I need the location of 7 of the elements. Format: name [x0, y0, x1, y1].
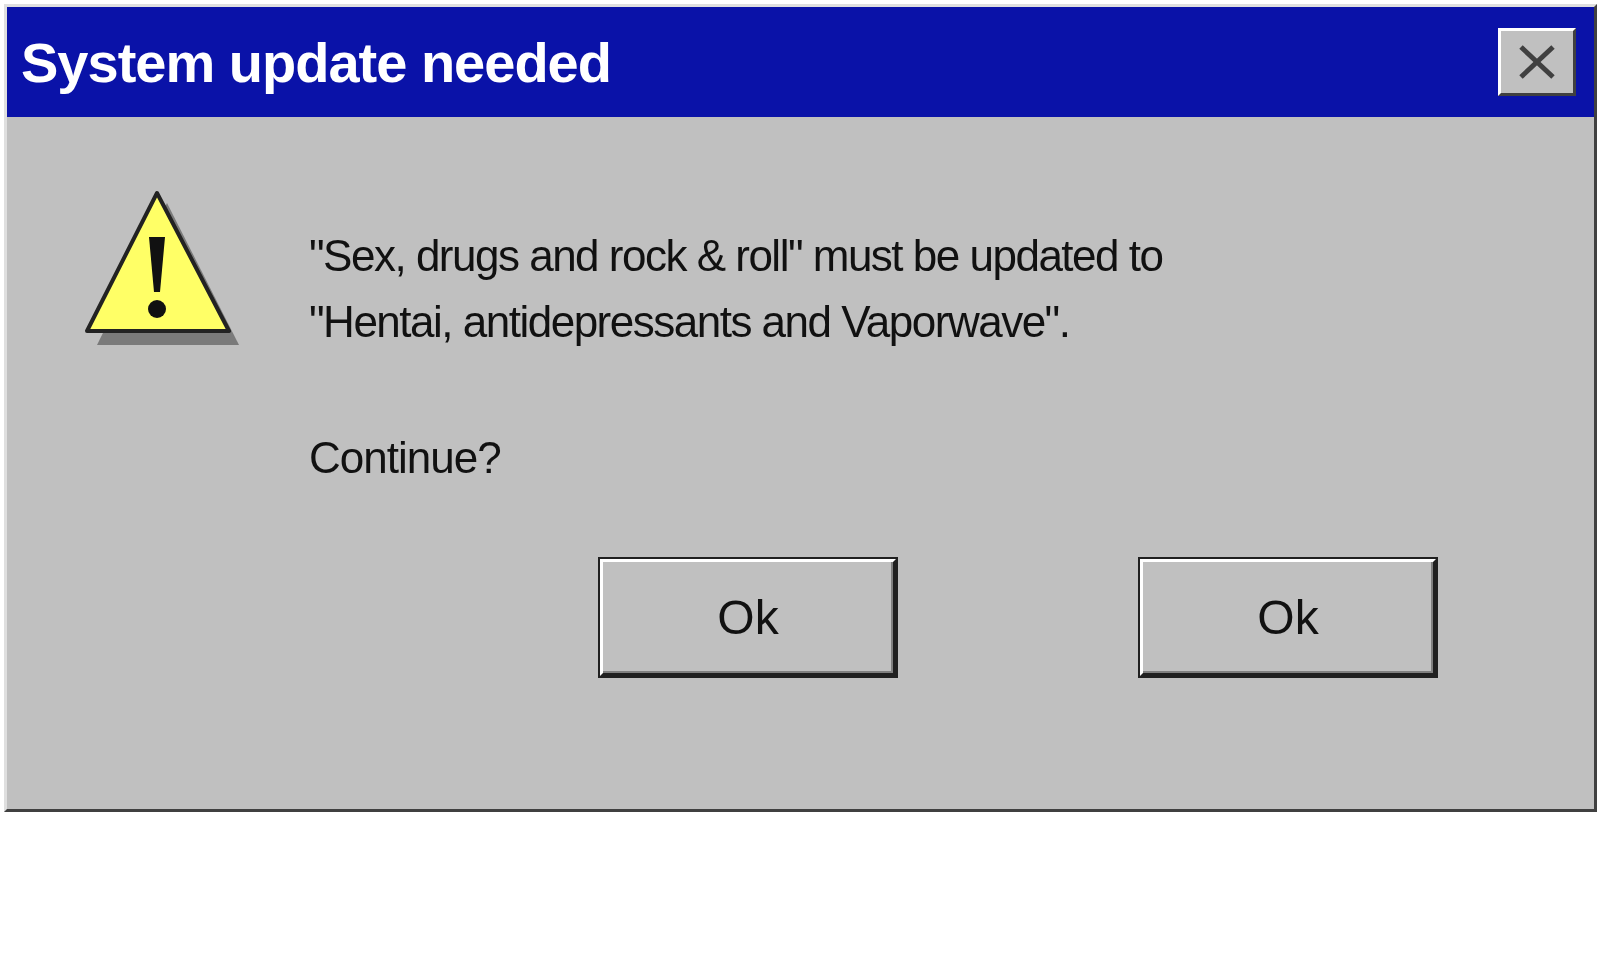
prompt-text: Continue? — [309, 433, 502, 483]
ok-button[interactable]: Ok — [600, 559, 896, 676]
ok-button[interactable]: Ok — [1140, 559, 1436, 676]
window-title: System update needed — [21, 29, 611, 95]
message-text: "Sex, drugs and rock & roll" must be updated to "Hentai, antidepressants and Vaporwave". — [309, 230, 1164, 348]
close-button[interactable] — [1498, 28, 1576, 96]
close-icon — [1517, 44, 1557, 80]
